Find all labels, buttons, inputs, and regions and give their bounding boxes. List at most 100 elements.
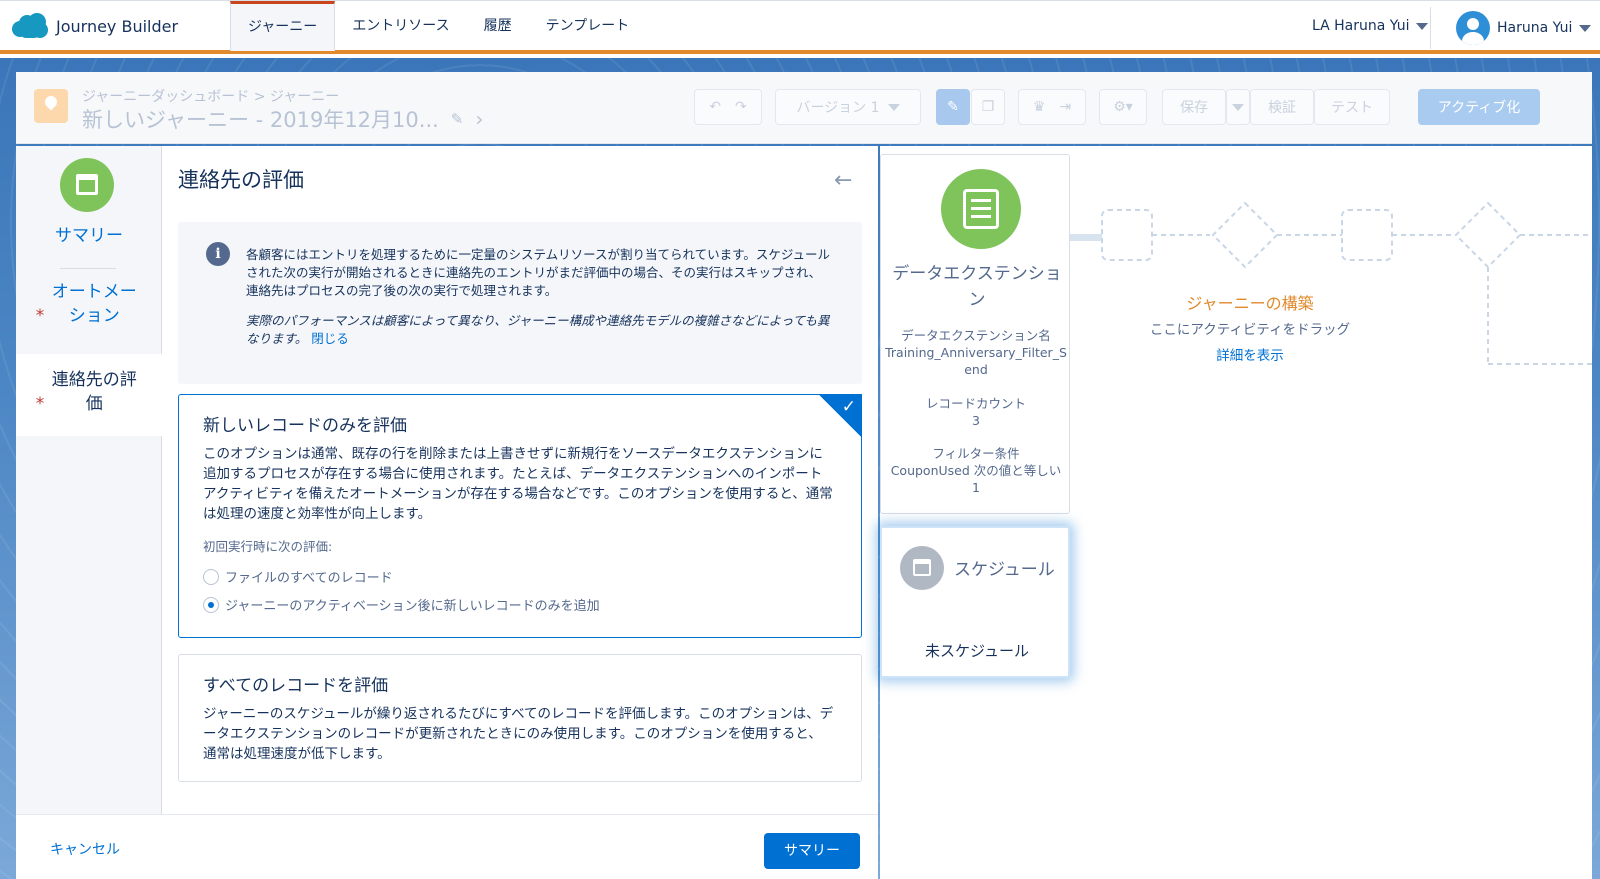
option-all-records[interactable]: すべてのレコードを評価 ジャーニーのスケジュールが繰り返されるたびにすべてのレコ… [178, 654, 862, 782]
panel-footer: キャンセル サマリー [16, 814, 878, 879]
tab-journey[interactable]: ジャーニー [230, 1, 336, 51]
de-name-label: データエクステンション名 [901, 328, 1051, 343]
chevron-down-icon [1232, 103, 1244, 111]
gear-icon: ⚙▾ [1113, 99, 1133, 115]
build-journey-title: ジャーニーの構築 [1186, 294, 1314, 313]
chevron-down-icon [887, 103, 900, 111]
avatar [1456, 11, 1490, 45]
user-name: Haruna Yui [1497, 20, 1573, 36]
build-journey-hint: ここにアクティビティをドラッグ [1149, 322, 1351, 338]
divider [1430, 7, 1431, 49]
redo-icon[interactable]: ↷ [735, 99, 747, 115]
app-brand[interactable]: Journey Builder [12, 13, 178, 39]
version-select[interactable]: バージョン 1 [775, 89, 921, 125]
filter-operand: 1 [972, 480, 980, 495]
tab-templates[interactable]: テンプレート [529, 1, 647, 51]
option-new-records[interactable]: ✓ 新しいレコードのみを評価 このオプションは通常、既存の行を削除または上書きせ… [178, 394, 862, 638]
chevron-down-icon [1415, 22, 1428, 30]
check-icon: ✓ [841, 397, 856, 417]
de-name-value: Training_Anniversary_Filter_Send [885, 345, 1067, 377]
placeholder-decision [1211, 201, 1279, 269]
info-note: 実際のパフォーマンスは顧客によって異なり、ジャーニー構成や連絡先モデルの複雑さな… [246, 312, 830, 348]
test-label: テスト [1331, 100, 1373, 116]
contact-evaluation-panel: 連絡先の評価 ← i 各顧客にはエントリを処理するために一定量のシステムリソース… [162, 146, 878, 814]
option-new-description: このオプションは通常、既存の行を削除または上書きせずに新規行をソースデータエクス… [203, 446, 833, 522]
record-count-value: 3 [972, 413, 980, 428]
filter-value: CouponUsed 次の値と等しい [890, 463, 1062, 478]
first-run-label: 初回実行時に次の評価: [203, 539, 333, 554]
filter-label: フィルター条件 [932, 446, 1020, 461]
activate-button[interactable]: アクティブ化 [1418, 89, 1540, 125]
settings-button[interactable]: ⚙▾ [1099, 89, 1147, 125]
copy-button[interactable]: ❐ [971, 89, 1005, 125]
nav-item-automation[interactable]: * オートメーション [16, 280, 162, 328]
chevron-right-icon[interactable]: › [475, 107, 483, 131]
summary-button[interactable]: サマリー [764, 833, 860, 869]
location-pin-icon [34, 89, 68, 123]
config-left-nav: サマリー * オートメーション * 連絡先の評価 [16, 146, 162, 814]
undo-icon[interactable]: ↶ [709, 99, 721, 115]
option-all-title: すべてのレコードを評価 [203, 676, 389, 696]
user-menu[interactable]: Haruna Yui [1456, 11, 1592, 45]
salesforce-cloud-icon [12, 13, 48, 39]
nav-item-contact-evaluation[interactable]: * 連絡先の評価 [16, 354, 162, 436]
nav-item-summary[interactable]: サマリー [16, 224, 162, 248]
edit-mode-button[interactable]: ✎ [936, 89, 970, 125]
exit-icon[interactable]: ⇥ [1059, 99, 1071, 115]
placeholder-activity [1341, 209, 1393, 261]
goal-exit-group: ♛ ⇥ [1018, 89, 1086, 125]
nav-item-contact-evaluation-text: * 連絡先の評価 [16, 368, 162, 416]
schedule-card[interactable]: スケジュール 未スケジュール [880, 526, 1070, 678]
data-extension-icon [941, 169, 1021, 249]
validate-button[interactable]: 検証 [1250, 89, 1314, 125]
info-icon: i [206, 242, 230, 266]
selected-corner: ✓ [818, 394, 862, 438]
close-link[interactable]: 閉じる [311, 331, 349, 346]
journey-header: ジャーニーダッシュボード > ジャーニー 新しいジャーニー - 2019年12月… [16, 72, 1592, 144]
radio-button[interactable] [203, 568, 219, 585]
undo-redo-group: ↶ ↷ [694, 89, 762, 125]
placeholder-activity [1101, 209, 1153, 261]
info-box: i 各顧客にはエントリを処理するために一定量のシステムリソースが割り当てられてい… [178, 222, 862, 384]
option-all-description: ジャーニーのスケジュールが繰り返されるたびにすべてのレコードを評価します。このオ… [203, 706, 834, 762]
version-label: バージョン 1 [796, 100, 880, 116]
cancel-link[interactable]: キャンセル [50, 839, 120, 859]
option-new-title: 新しいレコードのみを評価 [203, 416, 407, 436]
entry-title: データエクステンション [892, 264, 1062, 310]
journey-title-text: 新しいジャーニー - 2019年12月10... [82, 108, 439, 132]
nav-item-automation-label: オートメーション [51, 282, 137, 326]
nav-item-contact-evaluation-label: 連絡先の評価 [51, 370, 137, 414]
back-arrow-icon[interactable]: ← [834, 168, 852, 193]
breadcrumb[interactable]: ジャーニーダッシュボード > ジャーニー [82, 86, 339, 106]
info-text: 各顧客にはエントリを処理するために一定量のシステムリソースが割り当てられています… [246, 247, 831, 298]
activate-label: アクティブ化 [1437, 100, 1521, 116]
save-menu-button[interactable] [1226, 89, 1250, 125]
radio-new-records-only[interactable]: ジャーニーのアクティベーション後に新しいレコードのみを追加 [203, 595, 600, 614]
pencil-icon[interactable]: ✎ [451, 110, 464, 128]
panel-title: 連絡先の評価 [178, 168, 304, 192]
record-count-label: レコードカウント [925, 396, 1026, 411]
test-button[interactable]: テスト [1314, 89, 1390, 125]
trophy-icon[interactable]: ♛ [1033, 99, 1046, 115]
view-details-link[interactable]: 詳細を表示 [1150, 344, 1350, 364]
placeholder-decision [1454, 201, 1522, 269]
radio-button-selected[interactable] [203, 596, 219, 613]
radio-new-records-label: ジャーニーのアクティベーション後に新しいレコードのみを追加 [225, 599, 600, 614]
entry-source-card[interactable]: データエクステンション データエクステンション名 Training_Annive… [880, 154, 1070, 514]
divider [60, 268, 116, 269]
tab-entry-sources[interactable]: エントリソース [335, 1, 466, 51]
top-nav: Journey Builder ジャーニー エントリソース 履歴 テンプレート … [0, 0, 1600, 54]
journey-title: 新しいジャーニー - 2019年12月10... ✎ › [82, 104, 483, 134]
journey-canvas: データエクステンション データエクステンション名 Training_Annive… [880, 146, 1592, 879]
schedule-title: スケジュール [954, 560, 1055, 580]
org-name: LA Haruna Yui [1312, 18, 1410, 34]
tab-history[interactable]: 履歴 [467, 1, 529, 51]
app-name: Journey Builder [56, 16, 179, 36]
radio-all-records[interactable]: ファイルのすべてのレコード [203, 567, 393, 586]
org-switcher[interactable]: LA Haruna Yui [1312, 18, 1428, 34]
save-button[interactable]: 保存 [1162, 89, 1226, 125]
calendar-icon[interactable] [60, 158, 114, 212]
validate-label: 検証 [1268, 100, 1296, 116]
pencil-icon: ✎ [947, 99, 959, 115]
entry-connector [1070, 234, 1102, 241]
